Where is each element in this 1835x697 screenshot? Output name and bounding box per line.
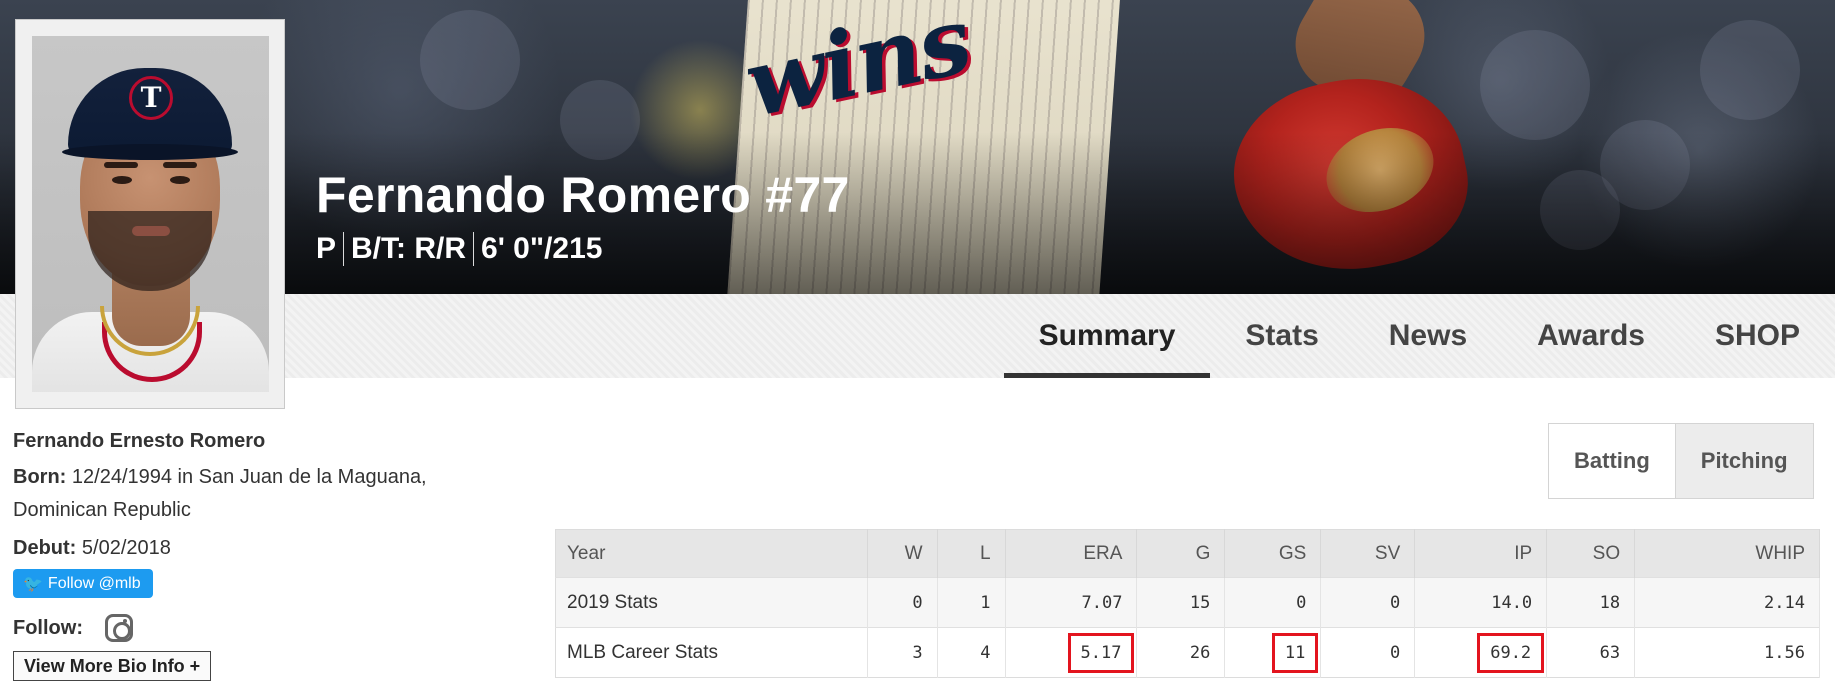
headshot-left-eye	[112, 176, 132, 184]
highlight-box-ip: 69.2	[1477, 632, 1545, 673]
bio-full-name: Fernando Ernesto Romero	[13, 430, 266, 452]
col-header-whip[interactable]: WHIP	[1634, 529, 1820, 578]
cell-ip: 14.0	[1414, 577, 1548, 628]
toggle-batting[interactable]: Batting	[1549, 424, 1675, 498]
headshot-mouth	[132, 226, 170, 236]
col-header-w[interactable]: W	[867, 529, 938, 578]
highlight-box-era: 5.17	[1067, 632, 1135, 673]
cell-gs: 11	[1224, 627, 1322, 678]
player-bats-throws: B/T: R/R	[343, 232, 473, 266]
headshot-cap-brim	[62, 144, 238, 160]
bio-born-value: 12/24/1994 in San Juan de la Maguana, Do…	[13, 466, 427, 521]
table-row: 2019 Stats 0 1 7.07 15 0 0 14.0 18 2.14	[555, 577, 1820, 628]
cell-so: 18	[1546, 577, 1636, 628]
player-nav-tabs: Summary Stats News Awards SHOP	[1003, 294, 1835, 378]
tab-stats[interactable]: Stats	[1210, 294, 1353, 378]
bio-debut-value: 5/02/2018	[81, 537, 171, 559]
tab-awards[interactable]: Awards	[1502, 294, 1680, 378]
pitching-stats-table: Year W L ERA G GS SV IP SO WHIP 2019 Sta…	[555, 529, 1820, 678]
headshot-right-brow	[163, 162, 197, 168]
follow-label: Follow:	[13, 616, 83, 639]
col-header-so[interactable]: SO	[1546, 529, 1636, 578]
headshot-frame: T	[15, 19, 285, 409]
col-header-gs[interactable]: GS	[1224, 529, 1322, 578]
player-name-heading: Fernando Romero #77	[316, 167, 850, 223]
bio-born: Born: 12/24/1994 in San Juan de la Magua…	[13, 461, 483, 527]
cell-era: 5.17	[1005, 627, 1138, 678]
tab-shop[interactable]: SHOP	[1680, 294, 1835, 378]
col-header-sv[interactable]: SV	[1320, 529, 1416, 578]
bio-debut: Debut: 5/02/2018	[13, 532, 483, 565]
highlight-box-gs: 11	[1271, 632, 1319, 673]
cell-year: MLB Career Stats	[555, 627, 868, 678]
col-header-g[interactable]: G	[1136, 529, 1226, 578]
instagram-icon[interactable]	[104, 614, 133, 642]
twitter-bird-icon: 🐦	[23, 574, 43, 593]
cell-whip: 2.14	[1634, 577, 1820, 628]
col-header-era[interactable]: ERA	[1005, 529, 1138, 578]
player-headshot: T	[32, 36, 269, 392]
bio-born-label: Born:	[13, 466, 67, 488]
tab-news[interactable]: News	[1354, 294, 1502, 378]
cell-gs: 0	[1224, 577, 1322, 628]
twins-cap-logo: T	[129, 76, 173, 120]
cell-whip: 1.56	[1634, 627, 1820, 678]
table-row: MLB Career Stats 3 4 5.17 26 11 0 69.2 6…	[555, 627, 1820, 678]
bio-debut-label: Debut:	[13, 537, 77, 559]
col-header-ip[interactable]: IP	[1414, 529, 1548, 578]
headshot-beard	[88, 211, 212, 291]
view-more-bio-button[interactable]: View More Bio Info +	[13, 651, 212, 681]
col-header-year[interactable]: Year	[555, 529, 868, 578]
cell-g: 15	[1136, 577, 1226, 628]
cell-sv: 0	[1320, 627, 1416, 678]
cell-ip: 69.2	[1414, 627, 1548, 678]
cell-g: 26	[1136, 627, 1226, 678]
col-header-l[interactable]: L	[937, 529, 1006, 578]
headshot-right-eye	[170, 176, 190, 184]
cell-sv: 0	[1320, 577, 1416, 628]
tab-summary[interactable]: Summary	[1003, 294, 1211, 378]
twitter-follow-label: Follow @mlb	[47, 574, 141, 592]
cell-w: 0	[867, 577, 938, 628]
table-header-row: Year W L ERA G GS SV IP SO WHIP	[555, 529, 1820, 578]
twitter-follow-button[interactable]: 🐦 Follow @mlb	[13, 569, 153, 598]
cell-so: 63	[1546, 627, 1636, 678]
headshot-left-brow	[104, 162, 138, 168]
cell-l: 1	[937, 577, 1006, 628]
follow-row: Follow:	[13, 614, 483, 642]
player-meta-line: P B/T: R/R 6' 0"/215	[316, 232, 609, 266]
cell-w: 3	[867, 627, 938, 678]
toggle-pitching[interactable]: Pitching	[1674, 424, 1813, 498]
player-bio: Fernando Ernesto Romero Born: 12/24/1994…	[13, 426, 483, 681]
batting-pitching-toggle: Batting Pitching	[1548, 423, 1814, 499]
player-height-weight: 6' 0"/215	[473, 232, 609, 266]
cell-year: 2019 Stats	[555, 577, 868, 628]
player-position: P	[316, 232, 337, 265]
cell-era: 7.07	[1005, 577, 1138, 628]
cell-l: 4	[937, 627, 1006, 678]
